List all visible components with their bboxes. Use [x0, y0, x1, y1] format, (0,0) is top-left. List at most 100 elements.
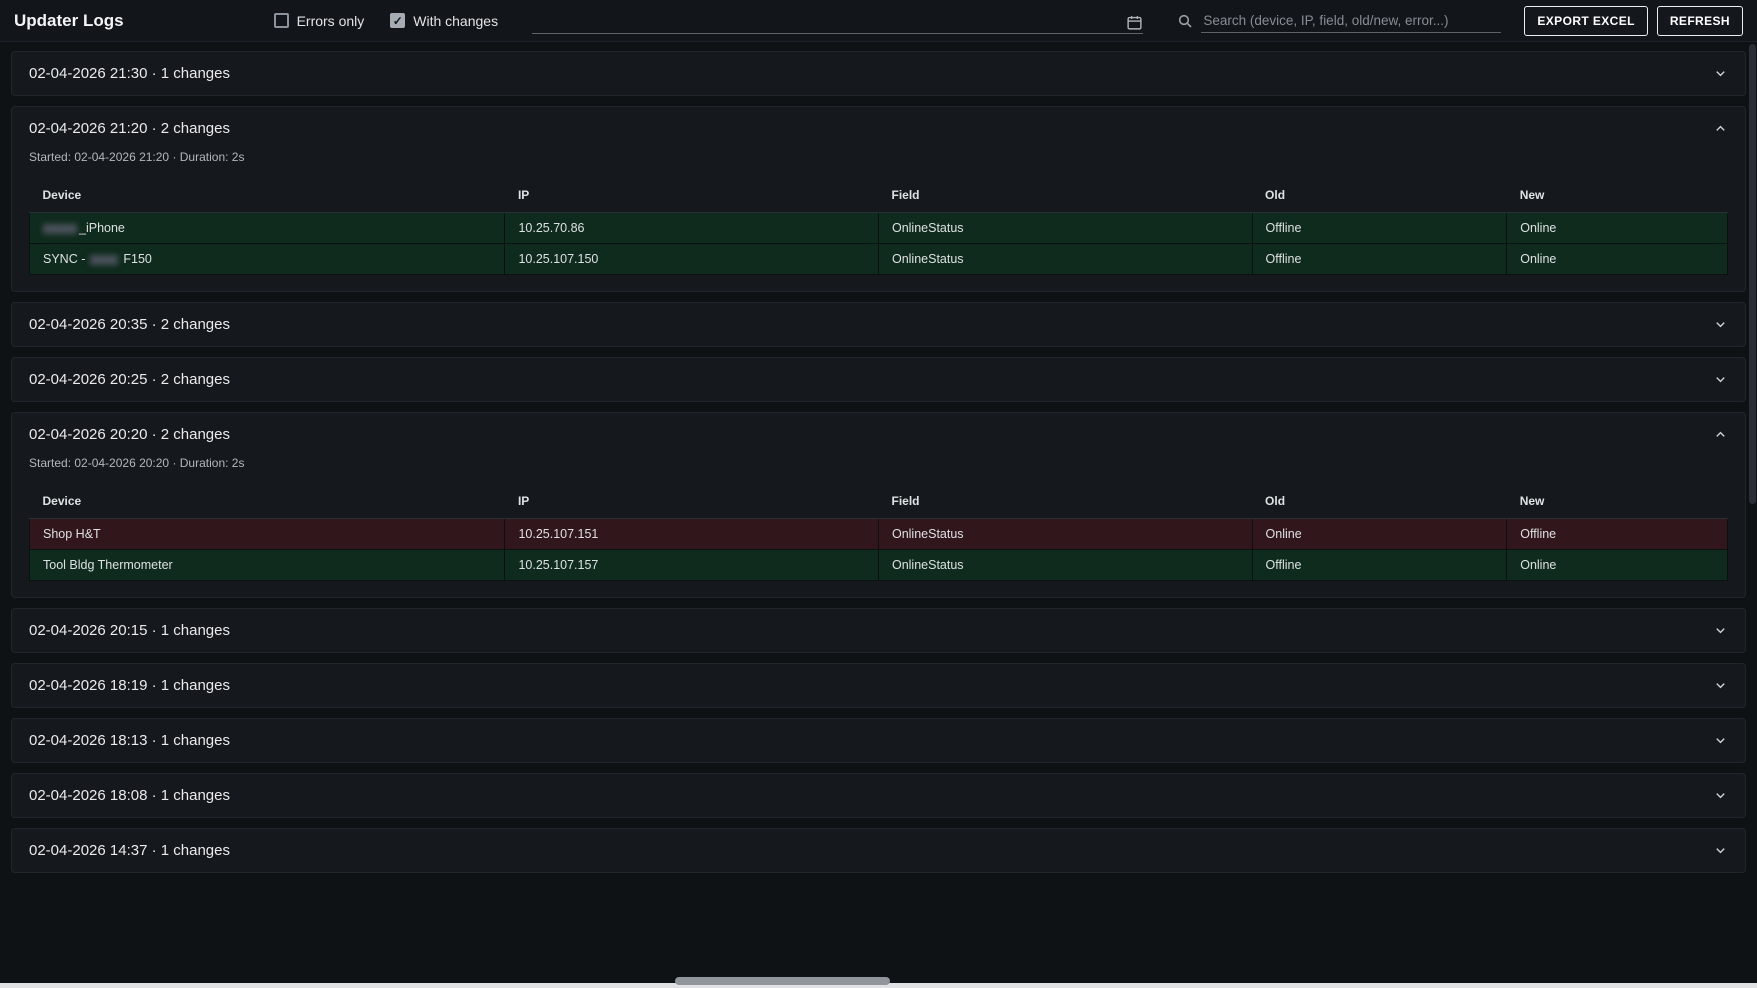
column-header-new: New	[1507, 484, 1728, 519]
chevron-down-icon	[1713, 66, 1728, 81]
with-changes-label: With changes	[413, 13, 498, 29]
search-icon	[1177, 13, 1193, 29]
table-row: Shop H&T 10.25.107.151 OnlineStatus Onli…	[30, 519, 1728, 550]
column-header-device: Device	[30, 484, 505, 519]
chevron-down-icon	[1713, 623, 1728, 638]
column-header-ip: IP	[505, 484, 879, 519]
page-title: Updater Logs	[14, 11, 124, 31]
checkbox-unchecked-icon	[274, 13, 289, 28]
log-entry-header[interactable]: 02-04-2026 20:20 · 2 changes	[12, 413, 1745, 456]
checkbox-checked-icon: ✓	[390, 13, 405, 28]
column-header-field: Field	[878, 178, 1252, 213]
errors-only-checkbox[interactable]: Errors only	[274, 13, 365, 29]
field-cell: OnlineStatus	[878, 244, 1252, 275]
redacted-blur	[90, 255, 118, 265]
table-row: _iPhone 10.25.70.86 OnlineStatus Offline…	[30, 213, 1728, 244]
field-cell: OnlineStatus	[878, 550, 1252, 581]
log-entry: 02-04-2026 20:15 · 1 changes	[11, 608, 1746, 653]
log-entry-header[interactable]: 02-04-2026 20:15 · 1 changes	[12, 609, 1745, 652]
field-cell: OnlineStatus	[878, 213, 1252, 244]
column-header-old: Old	[1252, 178, 1507, 213]
log-entry-title: 02-04-2026 14:37 · 1 changes	[29, 842, 230, 859]
chevron-down-icon	[1713, 317, 1728, 332]
device-cell: Tool Bldg Thermometer	[30, 550, 505, 581]
chevron-down-icon	[1713, 733, 1728, 748]
date-range-field[interactable]	[532, 8, 1143, 34]
field-cell: OnlineStatus	[878, 519, 1252, 550]
ip-cell: 10.25.107.157	[505, 550, 879, 581]
log-list: 02-04-2026 21:30 · 1 changes 02-04-2026 …	[0, 42, 1757, 873]
table-row: Tool Bldg Thermometer 10.25.107.157 Onli…	[30, 550, 1728, 581]
log-entry-title: 02-04-2026 20:20 · 2 changes	[29, 426, 230, 443]
refresh-button[interactable]: REFRESH	[1657, 6, 1743, 36]
column-header-field: Field	[878, 484, 1252, 519]
calendar-icon[interactable]	[1126, 14, 1143, 31]
log-entry: 02-04-2026 18:13 · 1 changes	[11, 718, 1746, 763]
vertical-scrollbar[interactable]	[1749, 44, 1756, 504]
errors-only-label: Errors only	[297, 13, 365, 29]
column-header-ip: IP	[505, 178, 879, 213]
log-entry-title: 02-04-2026 21:30 · 1 changes	[29, 65, 230, 82]
log-entry-header[interactable]: 02-04-2026 14:37 · 1 changes	[12, 829, 1745, 872]
chevron-down-icon	[1713, 678, 1728, 693]
log-entry: 02-04-2026 20:25 · 2 changes	[11, 357, 1746, 402]
updater-logs-page: Updater Logs Errors only ✓ With changes	[0, 0, 1757, 988]
log-entry-title: 02-04-2026 20:25 · 2 changes	[29, 371, 230, 388]
new-value-cell: Offline	[1507, 519, 1728, 550]
old-value-cell: Offline	[1252, 244, 1507, 275]
old-value-cell: Offline	[1252, 550, 1507, 581]
column-header-old: Old	[1252, 484, 1507, 519]
chevron-down-icon	[1713, 843, 1728, 858]
log-entry-header[interactable]: 02-04-2026 20:25 · 2 changes	[12, 358, 1745, 401]
ip-cell: 10.25.70.86	[505, 213, 879, 244]
log-entry-header[interactable]: 02-04-2026 21:30 · 1 changes	[12, 52, 1745, 95]
ip-cell: 10.25.107.150	[505, 244, 879, 275]
table-header-row: Device IP Field Old New	[30, 484, 1728, 519]
log-entry-header[interactable]: 02-04-2026 20:35 · 2 changes	[12, 303, 1745, 346]
chevron-up-icon	[1713, 121, 1728, 136]
changes-table: Device IP Field Old New _iPhone 10.25.70…	[29, 178, 1728, 275]
search-field	[1177, 9, 1501, 33]
old-value-cell: Offline	[1252, 213, 1507, 244]
ip-cell: 10.25.107.151	[505, 519, 879, 550]
log-entry-header[interactable]: 02-04-2026 18:19 · 1 changes	[12, 664, 1745, 707]
column-header-new: New	[1507, 178, 1728, 213]
log-entry: 02-04-2026 21:20 · 2 changes Started: 02…	[11, 106, 1746, 292]
topbar: Updater Logs Errors only ✓ With changes	[0, 0, 1757, 42]
log-entry-meta: Started: 02-04-2026 21:20 · Duration: 2s	[12, 150, 1745, 176]
device-cell: Shop H&T	[30, 519, 505, 550]
log-entry-title: 02-04-2026 18:19 · 1 changes	[29, 677, 230, 694]
log-entry: 02-04-2026 20:20 · 2 changes Started: 02…	[11, 412, 1746, 598]
log-entry: 02-04-2026 18:08 · 1 changes	[11, 773, 1746, 818]
device-cell: SYNC -F150	[30, 244, 505, 275]
old-value-cell: Online	[1252, 519, 1507, 550]
table-header-row: Device IP Field Old New	[30, 178, 1728, 213]
log-entry: 02-04-2026 18:19 · 1 changes	[11, 663, 1746, 708]
device-cell: _iPhone	[30, 213, 505, 244]
chevron-down-icon	[1713, 372, 1728, 387]
log-entry: 02-04-2026 20:35 · 2 changes	[11, 302, 1746, 347]
chevron-up-icon	[1713, 427, 1728, 442]
table-row: SYNC -F150 10.25.107.150 OnlineStatus Of…	[30, 244, 1728, 275]
chevron-down-icon	[1713, 788, 1728, 803]
log-entry-title: 02-04-2026 20:35 · 2 changes	[29, 316, 230, 333]
log-entry-title: 02-04-2026 20:15 · 1 changes	[29, 622, 230, 639]
log-entry-header[interactable]: 02-04-2026 18:13 · 1 changes	[12, 719, 1745, 762]
log-entry-title: 02-04-2026 18:08 · 1 changes	[29, 787, 230, 804]
date-input[interactable]	[532, 16, 1126, 31]
with-changes-checkbox[interactable]: ✓ With changes	[390, 13, 498, 29]
log-entry-meta: Started: 02-04-2026 20:20 · Duration: 2s	[12, 456, 1745, 482]
horizontal-scrollbar-thumb[interactable]	[675, 977, 890, 985]
log-entry: 02-04-2026 21:30 · 1 changes	[11, 51, 1746, 96]
export-excel-button[interactable]: EXPORT EXCEL	[1524, 6, 1647, 36]
search-input[interactable]	[1201, 9, 1501, 33]
log-entry-header[interactable]: 02-04-2026 21:20 · 2 changes	[12, 107, 1745, 150]
new-value-cell: Online	[1507, 550, 1728, 581]
new-value-cell: Online	[1507, 244, 1728, 275]
log-entry: 02-04-2026 14:37 · 1 changes	[11, 828, 1746, 873]
redacted-blur	[43, 224, 77, 234]
column-header-device: Device	[30, 178, 505, 213]
log-entry-header[interactable]: 02-04-2026 18:08 · 1 changes	[12, 774, 1745, 817]
new-value-cell: Online	[1507, 213, 1728, 244]
log-entry-title: 02-04-2026 21:20 · 2 changes	[29, 120, 230, 137]
